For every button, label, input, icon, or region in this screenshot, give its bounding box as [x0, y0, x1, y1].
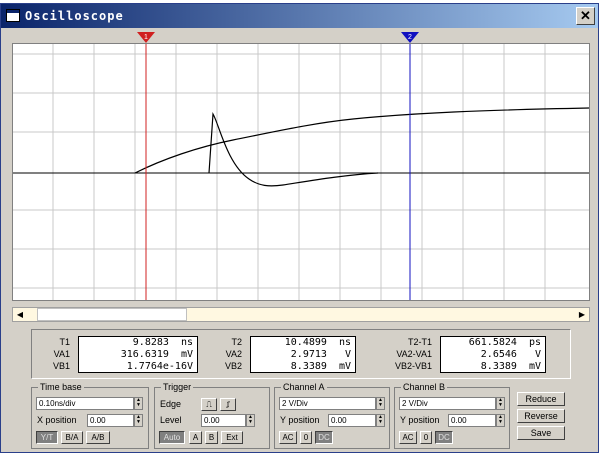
t2-value: 10.4899 ns — [284, 337, 351, 348]
close-button[interactable]: ✕ — [576, 7, 595, 25]
oscilloscope-window: Oscilloscope ✕ 1 2 ◀ ▶ T1 VA1 VB1 9.8283… — [0, 3, 599, 453]
xpos-spinner-icon[interactable]: ▲ ▼ — [134, 414, 143, 427]
xpos-input[interactable]: 0.00 — [87, 414, 134, 427]
scroll-right-icon[interactable]: ▶ — [575, 308, 589, 321]
channel-b-zero-button[interactable]: 0 — [420, 431, 432, 444]
va2-value: 2.9713 V — [290, 349, 351, 360]
channel-a-panel: Channel A 2 V/Div ▲ ▼ Y position 0.00 ▲ ▼ … — [274, 382, 390, 449]
channel-a-title: Channel A — [281, 382, 327, 392]
channel-a-zero-button[interactable]: 0 — [300, 431, 312, 444]
horizontal-scrollbar[interactable]: ◀ ▶ — [12, 307, 590, 322]
channel-a-ypos-input[interactable]: 0.00 — [328, 414, 376, 427]
timebase-spinner-icon[interactable]: ▲ ▼ — [134, 397, 143, 410]
ab-button[interactable]: A/B — [86, 431, 110, 444]
reduce-button[interactable]: Reduce — [517, 392, 565, 406]
ext-button[interactable]: Ext — [221, 431, 243, 444]
channel-a-scale-spinner-icon[interactable]: ▲ ▼ — [376, 397, 385, 410]
window-icon — [6, 9, 20, 22]
channel-a-ac-button[interactable]: AC — [279, 431, 297, 444]
timebase-title: Time base — [38, 382, 84, 392]
dt-value: 661.5824 ps — [468, 337, 541, 348]
vb1-value: 1.7764e-16V — [126, 361, 193, 372]
cursor-readout-panel: T1 VA1 VB1 9.8283 ns 316.6319 mV 1.7764e… — [31, 329, 571, 379]
trigger-a-button[interactable]: A — [189, 431, 202, 444]
channel-a-trace — [134, 107, 589, 174]
level-label: Level — [160, 415, 182, 425]
dva-label: VA2-VA1 — [396, 349, 432, 359]
channel-b-scale-select[interactable]: 2 V/Div — [399, 397, 496, 410]
t1-label: T1 — [59, 337, 70, 347]
cursor-1-marker[interactable]: 1 — [137, 32, 155, 44]
save-button[interactable]: Save — [517, 426, 565, 440]
scroll-left-icon[interactable]: ◀ — [13, 308, 27, 321]
level-spinner-icon[interactable]: ▲ ▼ — [246, 414, 255, 427]
cursor-2-values: 10.4899 ns 2.9713 V 8.3389 mV — [250, 336, 356, 373]
va2-label: VA2 — [225, 349, 242, 359]
channel-b-dc-button[interactable]: DC — [435, 431, 453, 444]
channel-a-scale-select[interactable]: 2 V/Div — [279, 397, 376, 410]
channel-a-dc-button[interactable]: DC — [315, 431, 333, 444]
timebase-panel: Time base 0.10ns/div ▲ ▼ X position 0.00 … — [31, 382, 149, 449]
title-bar[interactable]: Oscilloscope ✕ — [1, 4, 598, 28]
cursor-1-values: 9.8283 ns 316.6319 mV 1.7764e-16V — [78, 336, 198, 373]
dvb-label: VB2-VB1 — [394, 361, 432, 371]
level-input[interactable]: 0.00 — [201, 414, 246, 427]
channel-b-panel: Channel B 2 V/Div ▲ ▼ Y position 0.00 ▲ ▼ … — [394, 382, 510, 449]
timebase-select[interactable]: 0.10ns/div — [36, 397, 134, 410]
vb2-label: VB2 — [224, 361, 242, 371]
channel-b-ypos-input[interactable]: 0.00 — [448, 414, 496, 427]
dt-label: T2-T1 — [407, 337, 432, 347]
cursor-2-label: 2 — [408, 34, 412, 41]
channel-b-ac-button[interactable]: AC — [399, 431, 417, 444]
difference-values: 661.5824 ps 2.6546 V 8.3389 mV — [440, 336, 546, 373]
channel-a-ypos-spinner-icon[interactable]: ▲ ▼ — [376, 414, 385, 427]
trigger-panel: Trigger Edge ⎍ ⎎ Level 0.00 ▲ ▼ Auto A B … — [154, 382, 270, 449]
yt-button[interactable]: Y/T — [36, 431, 58, 444]
ba-button[interactable]: B/A — [61, 431, 83, 444]
dvb-value: 8.3389 mV — [480, 361, 541, 372]
trigger-title: Trigger — [161, 382, 194, 392]
va1-value: 316.6319 mV — [120, 349, 193, 360]
rising-edge-icon[interactable]: ⎍ — [201, 398, 217, 411]
reverse-button[interactable]: Reverse — [517, 409, 565, 423]
va1-label: VA1 — [53, 349, 70, 359]
scope-display — [12, 43, 590, 301]
channel-b-ypos-label: Y position — [400, 415, 440, 425]
dva-value: 2.6546 V — [480, 349, 541, 360]
auto-button[interactable]: Auto — [159, 431, 185, 444]
vb2-value: 8.3389 mV — [290, 361, 351, 372]
edge-label: Edge — [160, 399, 182, 409]
t2-label: T2 — [231, 337, 242, 347]
grid — [13, 44, 589, 300]
cursor-1-label: 1 — [144, 34, 148, 41]
xpos-label: X position — [37, 415, 77, 425]
t1-value: 9.8283 ns — [132, 337, 193, 348]
channel-b-scale-spinner-icon[interactable]: ▲ ▼ — [496, 397, 505, 410]
trigger-b-button[interactable]: B — [205, 431, 218, 444]
window-title: Oscilloscope — [25, 9, 124, 23]
channel-b-trace — [208, 112, 379, 187]
channel-a-ypos-label: Y position — [280, 415, 320, 425]
scroll-thumb[interactable] — [37, 308, 187, 321]
cursor-2-marker[interactable]: 2 — [401, 32, 419, 44]
waveform-svg — [13, 44, 589, 300]
falling-edge-icon[interactable]: ⎎ — [220, 398, 236, 411]
channel-b-title: Channel B — [401, 382, 448, 392]
channel-b-ypos-spinner-icon[interactable]: ▲ ▼ — [496, 414, 505, 427]
vb1-label: VB1 — [52, 361, 70, 371]
